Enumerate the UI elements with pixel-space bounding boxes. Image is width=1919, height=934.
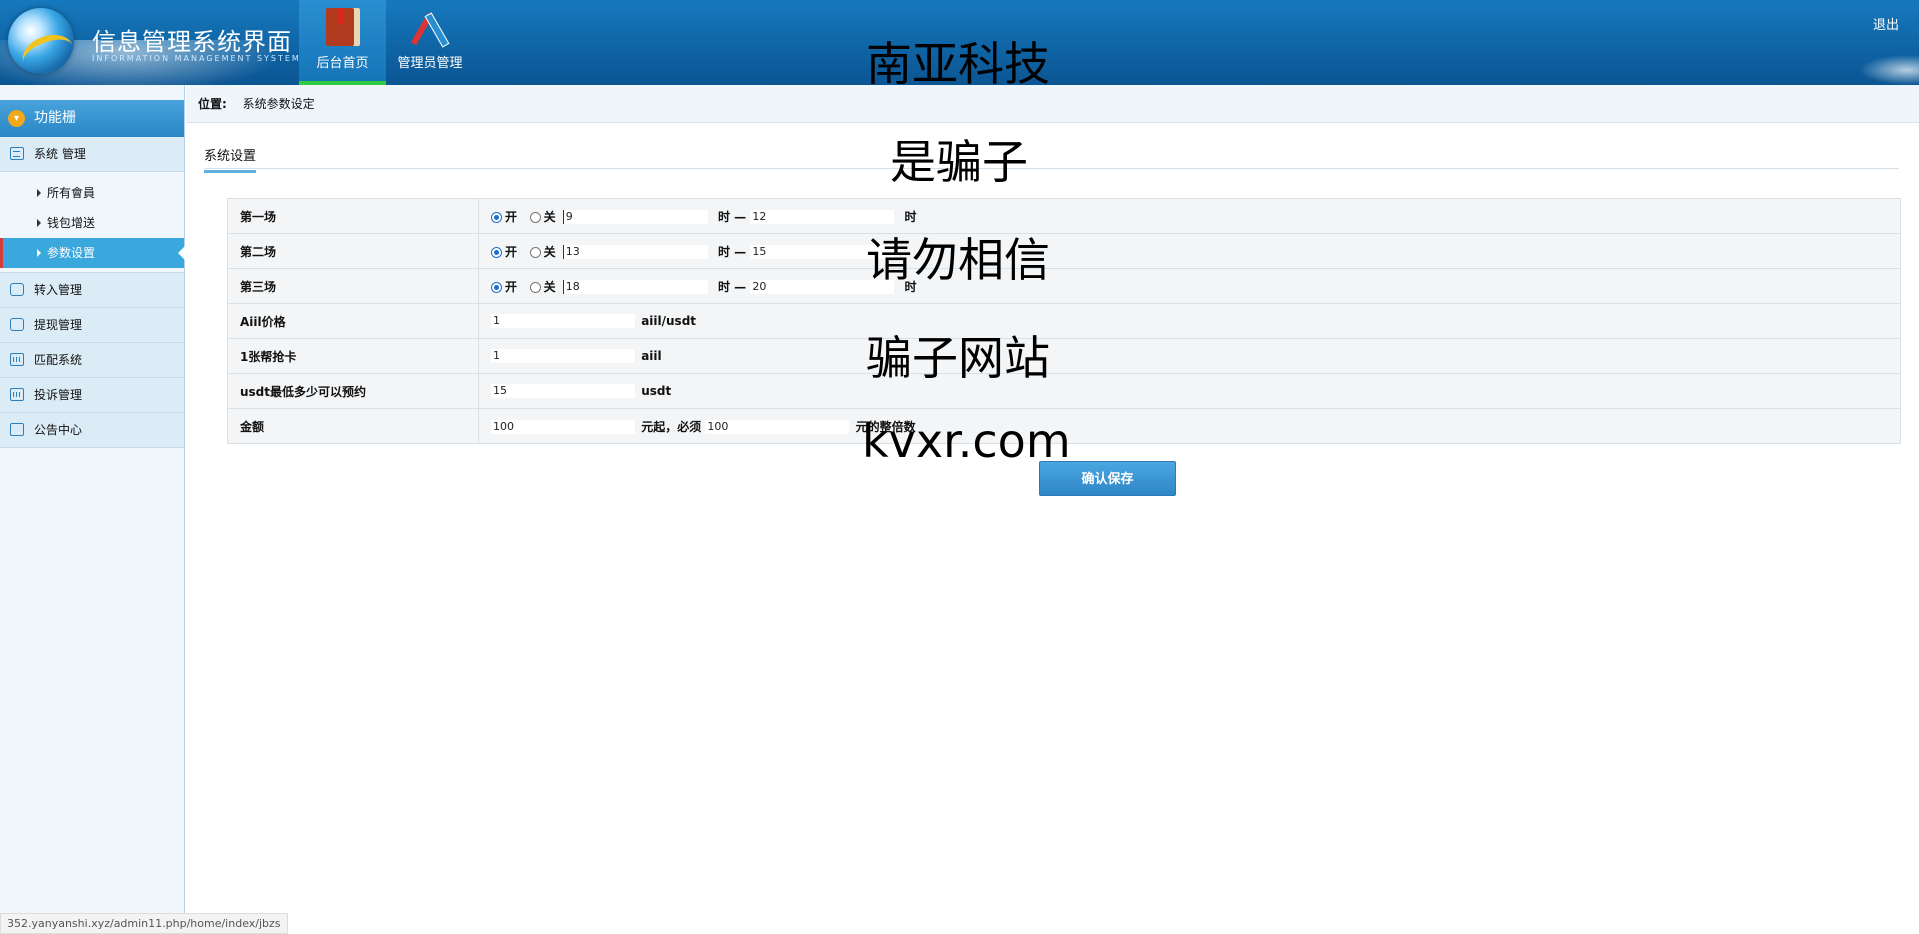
breadcrumb-label: 位置:	[198, 97, 227, 111]
params-table: 第一场 开 关 9 时 — 12 时 第二场 开 关 13 时 — 15 第三场…	[227, 198, 1901, 444]
logo-title: 信息管理系统界面	[92, 28, 292, 56]
breadcrumb-current[interactable]: 系统参数设定	[243, 97, 315, 111]
sidebar-item-complaint[interactable]: 投诉管理	[0, 378, 184, 413]
sidebar-item-transfer-in[interactable]: 转入管理	[0, 273, 184, 308]
table-row: 第三场 开 关 18 时 — 20 时	[227, 268, 1901, 304]
chat-icon	[10, 318, 24, 331]
sidebar-item-system[interactable]: 系统 管理	[0, 137, 184, 172]
calendar-icon	[10, 388, 24, 401]
sidebar-header[interactable]: ▾ 功能栅	[0, 100, 184, 137]
usdt-min-controls: 15 usdt	[478, 373, 1901, 409]
tab-home-label: 后台首页	[316, 56, 369, 71]
hour-dash-label: 时 —	[717, 209, 747, 224]
aiil-price-controls: 1 aiil/usdt	[478, 303, 1901, 339]
sidebar-subitem-wallet[interactable]: 钱包增送	[0, 208, 184, 238]
amount-label: 金额	[227, 408, 479, 444]
radio-on[interactable]	[491, 246, 502, 258]
tools-icon	[413, 8, 447, 46]
table-row: usdt最低多少可以预约 15 usdt	[227, 373, 1901, 409]
sidebar: ▾ 功能栅 系统 管理 所有會員 钱包增送 参数设置 转入管理 提现管理 匹配系…	[0, 85, 185, 932]
globe-logo-icon	[8, 8, 74, 74]
start-hour-input[interactable]: 13	[562, 245, 708, 259]
sidebar-item-label: 投诉管理	[34, 388, 83, 402]
watermark-line: 骗子网站	[866, 331, 1050, 385]
radio-off-label: 关	[543, 209, 556, 224]
end-hour-input[interactable]: 12	[750, 210, 895, 224]
amount-multiple-input[interactable]: 100	[705, 420, 850, 434]
sidebar-item-label: 匹配系统	[34, 353, 83, 367]
radio-on-label: 开	[505, 279, 518, 294]
chevron-down-icon: ▾	[8, 110, 25, 127]
status-url: 352.yanyanshi.xyz/admin11.php/home/index…	[0, 913, 288, 934]
aiil-price-unit: aiil/usdt	[641, 313, 697, 328]
watermark-line: 请勿相信	[866, 233, 1050, 287]
tab-divider	[204, 168, 1899, 169]
amount-controls: 100 元起，必须 100 元的整倍数	[478, 408, 1901, 444]
amount-mid-label: 元起，必须	[641, 419, 702, 434]
breadcrumb: 位置: 系统参数设定	[186, 85, 1919, 123]
card-label: 1张帮抢卡	[227, 338, 479, 374]
hour-dash-label: 时 —	[717, 279, 747, 294]
card-controls: 1 aiil	[478, 338, 1901, 374]
edit-icon	[10, 423, 24, 436]
table-row: 第一场 开 关 9 时 — 12 时	[227, 198, 1901, 234]
sidebar-subitem-members[interactable]: 所有會員	[0, 178, 184, 208]
radio-off-label: 关	[543, 244, 556, 259]
session-controls: 开 关 18 时 — 20 时	[478, 268, 1901, 304]
tab-admin[interactable]: 管理员管理	[390, 0, 470, 85]
sidebar-item-label: 公告中心	[34, 423, 83, 437]
usdt-min-label: usdt最低多少可以预约	[227, 373, 479, 409]
header-right-swoosh	[1859, 55, 1919, 85]
sidebar-title: 功能栅	[34, 110, 76, 126]
sidebar-item-label: 转入管理	[34, 283, 83, 297]
radio-off[interactable]	[529, 281, 541, 293]
sidebar-subitem-params[interactable]: 参数设置	[0, 238, 185, 268]
tab-admin-label: 管理员管理	[397, 56, 463, 71]
watermark-line: 南亚科技	[866, 37, 1050, 91]
radio-on-label: 开	[505, 244, 518, 259]
session-controls: 开 关 13 时 — 15	[478, 233, 1901, 269]
radio-on[interactable]	[491, 211, 502, 223]
table-row: 1张帮抢卡 1 aiil	[227, 338, 1901, 374]
session-label: 第二场	[227, 233, 479, 269]
start-hour-input[interactable]: 9	[562, 210, 708, 224]
watermark-line: kvxr.com	[862, 414, 1071, 468]
session-controls: 开 关 9 时 — 12 时	[478, 198, 1901, 234]
radio-off[interactable]	[529, 246, 541, 258]
radio-on-label: 开	[505, 209, 518, 224]
usdt-min-unit: usdt	[641, 383, 672, 398]
tab-home[interactable]: 后台首页	[299, 0, 386, 85]
sidebar-item-match[interactable]: 匹配系统	[0, 343, 184, 378]
sidebar-item-withdraw[interactable]: 提现管理	[0, 308, 184, 343]
aiil-price-label: Aiil价格	[227, 303, 479, 339]
usdt-min-input[interactable]: 15	[491, 384, 635, 399]
chat-icon	[10, 283, 24, 296]
radio-on[interactable]	[491, 281, 502, 293]
list-icon	[10, 147, 24, 160]
session-label: 第三场	[227, 268, 479, 304]
session-label: 第一场	[227, 198, 479, 234]
sidebar-item-label: 提现管理	[34, 318, 83, 332]
radio-off-label: 关	[543, 279, 556, 294]
sidebar-submenu: 所有會員 钱包增送 参数设置	[0, 172, 185, 273]
card-input[interactable]: 1	[491, 349, 635, 364]
sidebar-item-label: 系统 管理	[34, 147, 86, 161]
hour-label: 时	[904, 209, 917, 224]
calendar-icon	[10, 353, 24, 366]
hour-dash-label: 时 —	[717, 244, 747, 259]
radio-off[interactable]	[529, 211, 541, 223]
card-unit: aiil	[641, 348, 662, 363]
logo-subtitle: INFORMATION MANAGEMENT SYSTEM GUI	[92, 54, 326, 63]
table-row: 第二场 开 关 13 时 — 15	[227, 233, 1901, 269]
amount-min-input[interactable]: 100	[491, 420, 635, 434]
aiil-price-input[interactable]: 1	[491, 314, 635, 329]
logout-link[interactable]: 退出	[1873, 14, 1899, 33]
book-icon	[325, 8, 360, 46]
start-hour-input[interactable]: 18	[562, 280, 708, 294]
watermark-line: 是骗子	[890, 135, 1028, 189]
sidebar-item-notice[interactable]: 公告中心	[0, 413, 184, 448]
table-row: Aiil价格 1 aiil/usdt	[227, 303, 1901, 339]
